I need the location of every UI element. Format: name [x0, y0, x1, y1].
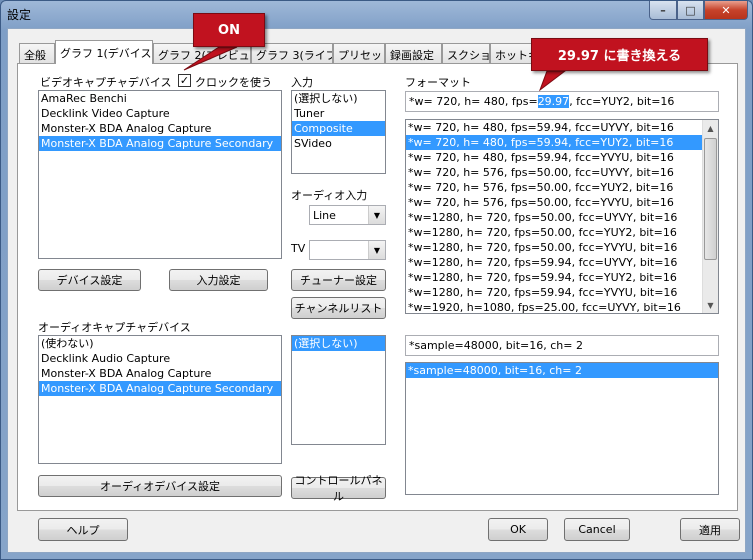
annotation-arrow-fps — [538, 70, 567, 92]
annotation-arrow-on — [183, 46, 238, 71]
annotation-replace-fps: 29.97 に書き換える — [531, 38, 708, 71]
annotation-arrows — [183, 46, 567, 92]
annotation-on: ON — [193, 13, 265, 47]
